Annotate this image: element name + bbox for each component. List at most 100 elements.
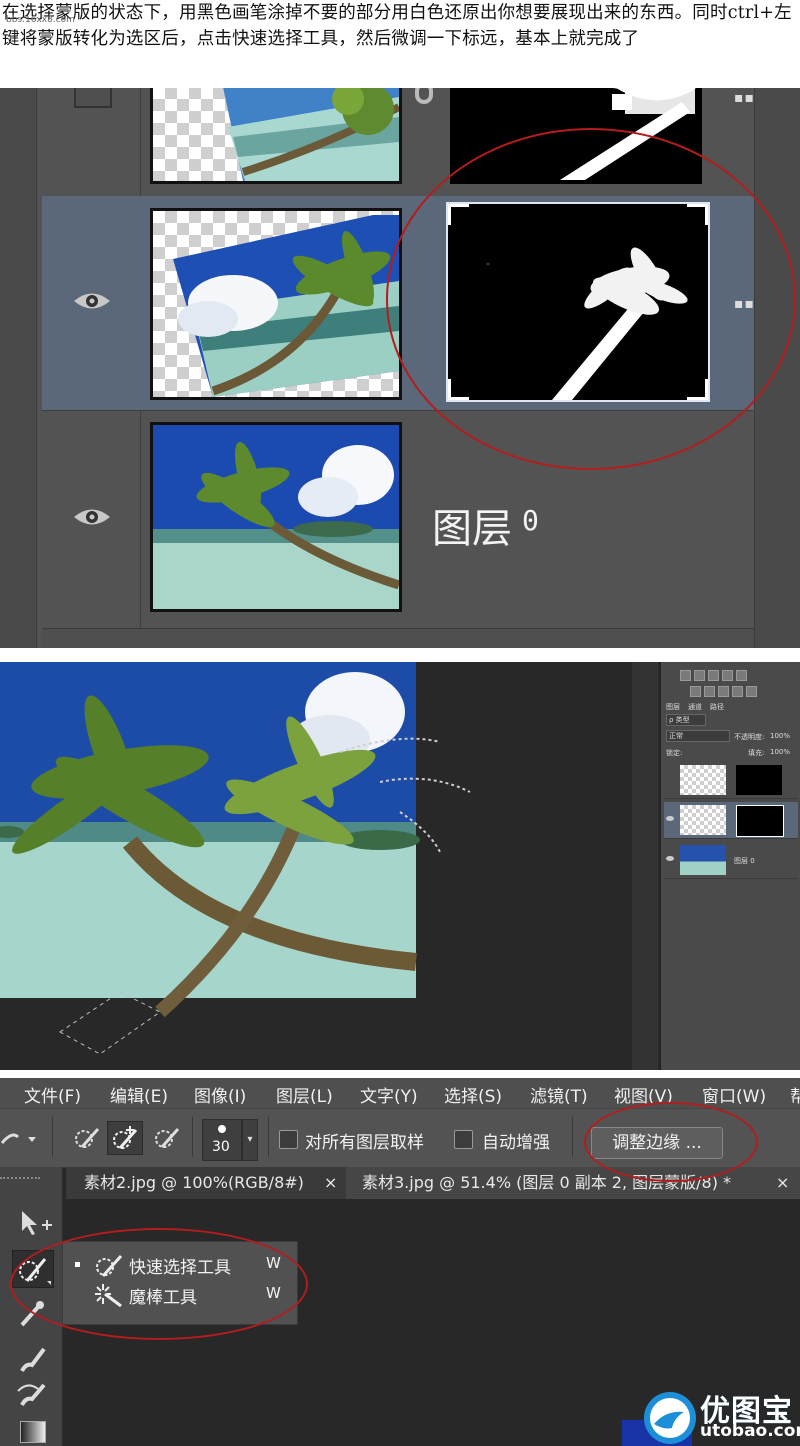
canvas-image[interactable] <box>0 662 632 1070</box>
mini-layer-thumb <box>680 805 726 835</box>
history-brush-tool-icon[interactable] <box>12 1379 52 1413</box>
toolbar-grip <box>0 1177 40 1183</box>
menu-type[interactable]: 文字(Y) <box>360 1082 418 1107</box>
document-tab-2-title: 素材3.jpg @ 51.4% (图层 0 副本 2, 图层蒙版/8) * <box>362 1173 732 1192</box>
flyout-item-quick-selection[interactable]: 快速选择工具 W <box>63 1250 297 1280</box>
flyout-item-shortcut: W <box>266 1254 281 1272</box>
mini-layer-thumb <box>680 765 726 795</box>
menu-view[interactable]: 视图(V) <box>614 1082 673 1107</box>
brush-size-dropdown-arrow[interactable]: ▾ <box>242 1119 258 1161</box>
blend-mode-select[interactable]: 正常 <box>666 730 730 742</box>
canvas-area: 图层 通道 路径 ρ 类型 正常 不透明度: 100% 锁定: 填充: 100%… <box>0 662 800 1070</box>
mask-link-icon[interactable] <box>412 88 436 122</box>
layer-row-layer-0[interactable]: 图层 0 <box>42 410 754 629</box>
mask-palm-shape <box>560 88 696 180</box>
kind-filter-select[interactable]: ρ 类型 <box>666 714 706 726</box>
row-handle: ▪▪ <box>734 296 755 312</box>
intro-text: 在选择蒙版的状态下，用黑色画笔涂掉不要的部分用白色还原出你想要展现出来的东西。同… <box>2 3 792 49</box>
eyedropper-tool-icon[interactable] <box>12 1297 52 1331</box>
add-to-selection-icon <box>113 1126 138 1149</box>
panel-left-edge <box>0 88 37 648</box>
flyout-item-label: 魔棒工具 <box>129 1288 197 1308</box>
adjustment-icon[interactable] <box>694 670 705 681</box>
auto-enhance-checkbox[interactable] <box>454 1130 473 1149</box>
brush-tool-icon[interactable] <box>12 1343 52 1377</box>
layer-name-number[interactable]: 0 <box>522 504 539 537</box>
flyout-item-magic-wand[interactable]: 魔棒工具 W <box>63 1280 297 1310</box>
canvas-scrollbar[interactable] <box>632 662 658 1070</box>
mini-eye-icon[interactable] <box>666 856 674 861</box>
layer-row-copy-2-selected[interactable]: ▪▪ <box>42 196 754 411</box>
opacity-value[interactable]: 100% <box>770 732 790 740</box>
mask-frame-corner-tl <box>448 204 469 225</box>
subtract-from-selection-icon[interactable] <box>150 1125 184 1151</box>
eye-icon[interactable] <box>72 290 112 312</box>
layer-thumbnail <box>150 88 402 184</box>
gradient-tool-icon[interactable] <box>20 1421 46 1443</box>
menu-image[interactable]: 图像(I) <box>194 1082 246 1107</box>
sample-all-layers-label: 对所有图层取样 <box>305 1133 424 1153</box>
options-divider <box>192 1117 193 1157</box>
adjustment-icon[interactable] <box>690 686 701 697</box>
site-logo-url: utobao.com <box>700 1421 800 1441</box>
options-divider <box>52 1117 53 1157</box>
layers-panel-zoom: ▪▪ ▪▪ 图层 0 <box>0 88 800 648</box>
mini-layer-row-layer-0[interactable]: 图层 0 <box>664 842 798 879</box>
menu-file[interactable]: 文件(F) <box>24 1082 81 1107</box>
add-to-selection-button[interactable] <box>107 1121 143 1155</box>
move-tool-icon[interactable] <box>12 1207 52 1241</box>
panel-scrollbar[interactable] <box>754 88 800 648</box>
menu-edit[interactable]: 编辑(E) <box>110 1082 168 1107</box>
mini-eye-icon[interactable] <box>666 816 674 821</box>
new-selection-icon[interactable] <box>72 1125 102 1151</box>
menu-window[interactable]: 窗口(W) <box>702 1082 766 1107</box>
mini-layer-row-copy-1[interactable] <box>664 762 798 799</box>
fill-value[interactable]: 100% <box>770 748 790 756</box>
mini-layer-name[interactable]: 图层 0 <box>734 856 755 866</box>
menu-select[interactable]: 选择(S) <box>444 1082 502 1107</box>
document-tab-1-title: 素材2.jpg @ 100%(RGB/8#) <box>84 1173 304 1192</box>
blend-mode-value: 正常 <box>669 732 683 740</box>
eye-icon[interactable] <box>72 506 112 528</box>
adjustment-icon[interactable] <box>722 670 733 681</box>
mini-layer-thumb <box>680 845 726 875</box>
quick-selection-tool-button[interactable] <box>12 1250 54 1288</box>
layer-mask-thumbnail[interactable] <box>450 88 702 184</box>
adjustment-icon[interactable] <box>736 670 747 681</box>
adjustment-icon[interactable] <box>680 670 691 681</box>
refine-edge-button[interactable]: 调整边缘 ... <box>591 1127 723 1159</box>
mask-frame-corner-bl <box>448 379 469 400</box>
adjustment-icon[interactable] <box>708 670 719 681</box>
quick-selection-tool-icon <box>96 1254 123 1278</box>
visibility-toggle-empty[interactable] <box>74 88 112 108</box>
quick-selection-preset-icon[interactable] <box>0 1127 40 1151</box>
document-tab-2-active[interactable]: 素材3.jpg @ 51.4% (图层 0 副本 2, 图层蒙版/8) * × <box>346 1167 800 1199</box>
document-tab-1[interactable]: 素材2.jpg @ 100%(RGB/8#) × <box>66 1167 364 1199</box>
mini-layer-row-copy-2[interactable] <box>664 802 798 839</box>
sample-all-layers-checkbox[interactable] <box>279 1130 298 1149</box>
flyout-item-shortcut: W <box>266 1284 281 1302</box>
layer-name-label[interactable]: 图层 <box>432 496 512 554</box>
menu-layer[interactable]: 图层(L) <box>276 1082 333 1107</box>
layer-row-copy-1[interactable]: ▪▪ <box>42 88 754 197</box>
panel-tab-paths[interactable]: 路径 <box>710 702 724 712</box>
adjustment-icon[interactable] <box>718 686 729 697</box>
opacity-label: 不透明度: <box>734 733 765 741</box>
adjustment-icon[interactable] <box>732 686 743 697</box>
layer-thumbnail-image <box>153 425 399 609</box>
close-icon[interactable]: × <box>324 1167 337 1199</box>
mini-mask-thumb[interactable] <box>736 765 782 795</box>
adjustment-icon[interactable] <box>746 686 757 697</box>
close-icon[interactable]: × <box>776 1167 789 1199</box>
layer-mask-thumbnail-selected[interactable] <box>446 202 710 402</box>
document-tab-bar: 素材2.jpg @ 100%(RGB/8#) × 素材3.jpg @ 51.4%… <box>66 1167 800 1199</box>
adjustment-icon[interactable] <box>704 686 715 697</box>
panel-tab-layers[interactable]: 图层 <box>666 702 680 712</box>
quick-selection-tool-icon <box>19 1258 51 1285</box>
menu-help[interactable]: 帮 <box>790 1082 800 1107</box>
brush-size-picker[interactable]: 30 <box>202 1119 242 1161</box>
panel-tab-channels[interactable]: 通道 <box>688 702 702 712</box>
mini-mask-thumb[interactable] <box>736 805 784 837</box>
layer-thumbnail <box>150 422 402 612</box>
menu-filter[interactable]: 滤镜(T) <box>530 1082 588 1107</box>
